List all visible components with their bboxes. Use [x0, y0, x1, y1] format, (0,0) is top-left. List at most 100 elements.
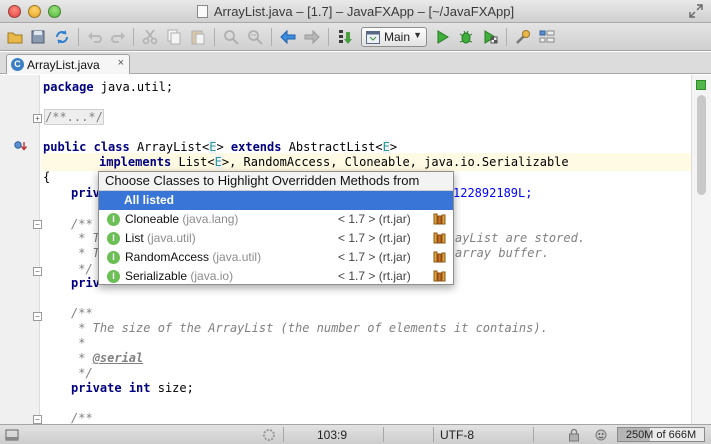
comment-line: * T [71, 231, 100, 245]
code-line-implements: implements List<E>, RandomAccess, Clonea… [99, 155, 569, 169]
popup-item[interactable]: I Cloneable (java.lang) < 1.7 > (rt.jar) [99, 210, 453, 229]
window-title-wrap: ArrayList.java – [1.7] – JavaFXApp – [~/… [0, 4, 711, 19]
run-icon[interactable] [433, 28, 451, 46]
caret-position[interactable]: 103:9 [317, 428, 347, 442]
open-folder-icon[interactable] [6, 28, 24, 46]
code-line-field-elementdata: priv [71, 276, 100, 290]
code-line-brace: { [43, 170, 51, 184]
popup-item-version: < 1.7 > (rt.jar) [338, 231, 411, 245]
popup-item-package: (java.util) [143, 231, 196, 245]
popup-item-name: RandomAccess [125, 250, 210, 264]
popup-item-name: List [125, 231, 144, 245]
library-jar-icon [433, 251, 446, 263]
editor-marker-stripe[interactable] [691, 75, 711, 424]
title-bar: ArrayList.java – [1.7] – JavaFXApp – [~/… [0, 0, 711, 23]
fold-collapse-icon[interactable]: − [33, 267, 42, 276]
comment-line: /** [71, 411, 93, 424]
fullscreen-icon[interactable] [689, 4, 703, 18]
editor-scrollbar-thumb[interactable] [697, 95, 706, 195]
main-toolbar: Main ▼ [0, 23, 711, 51]
sync-icon[interactable] [53, 28, 71, 46]
document-icon [196, 5, 208, 18]
run-configuration-dropdown[interactable]: Main ▼ [361, 27, 427, 47]
popup-item[interactable]: I Serializable (java.io) < 1.7 > (rt.jar… [99, 267, 453, 286]
popup-item-version: < 1.7 > (rt.jar) [338, 250, 411, 264]
keyword-package: package [43, 80, 94, 94]
code-line-field-serial: priv [71, 186, 100, 200]
popup-title: Choose Classes to Highlight Overridden M… [99, 172, 453, 191]
debug-icon[interactable] [457, 28, 475, 46]
make-icon[interactable] [336, 28, 354, 46]
popup-item-all-listed[interactable]: All listed [99, 191, 453, 210]
library-jar-icon [433, 213, 446, 225]
background-tasks-icon[interactable] [262, 428, 276, 442]
popup-item-version: < 1.7 > (rt.jar) [338, 269, 411, 283]
memory-usage: 250M of 666M [625, 429, 697, 441]
tab-close-icon[interactable]: × [118, 57, 124, 69]
popup-item-package: (java.io) [187, 269, 234, 283]
forward-icon[interactable] [303, 28, 321, 46]
popup-item-package: (java.util) [209, 250, 262, 264]
ide-window: ArrayList.java – [1.7] – JavaFXApp – [~/… [0, 0, 711, 444]
replace-icon[interactable] [246, 28, 264, 46]
project-structure-icon[interactable] [538, 28, 556, 46]
comment-line-tail: ayList are stored. [455, 231, 586, 245]
editor-tab-arraylist[interactable]: C ArrayList.java × [6, 54, 130, 74]
fold-expand-icon[interactable]: + [33, 114, 42, 123]
paste-icon[interactable] [189, 28, 207, 46]
package-name: java.util; [93, 80, 174, 94]
code-line-package: package java.util; [43, 79, 173, 95]
copy-icon[interactable] [165, 28, 183, 46]
dropdown-arrow-icon: ▼ [413, 30, 422, 40]
interface-i-icon: I [107, 251, 120, 264]
code-line-class-declaration: public class ArrayList<E> extends Abstra… [43, 140, 398, 154]
overrides-gutter-icon[interactable] [14, 141, 28, 151]
class-c-icon: C [11, 58, 24, 71]
popup-item-name: Cloneable [125, 212, 180, 226]
save-icon[interactable] [29, 28, 47, 46]
fold-collapse-icon[interactable]: − [33, 415, 42, 424]
comment-line: */ [71, 366, 93, 380]
fold-collapse-icon[interactable]: − [33, 220, 42, 229]
popup-item[interactable]: I RandomAccess (java.util) < 1.7 > (rt.j… [99, 248, 453, 267]
redo-icon[interactable] [109, 28, 127, 46]
window-title: ArrayList.java – [1.7] – JavaFXApp – [~/… [213, 4, 515, 19]
interface-i-icon: I [107, 270, 120, 283]
interface-i-icon: I [107, 232, 120, 245]
run-configuration-label: Main [384, 30, 411, 44]
comment-line: * T [71, 246, 100, 260]
editor-tab-bar: C ArrayList.java × [0, 52, 711, 74]
comment-line: * [71, 336, 86, 350]
coverage-icon[interactable] [481, 28, 499, 46]
folded-comment[interactable]: /**...*/ [44, 109, 104, 125]
editor-tab-label: ArrayList.java [27, 58, 100, 72]
find-icon[interactable] [222, 28, 240, 46]
back-icon[interactable] [279, 28, 297, 46]
cut-icon[interactable] [141, 28, 159, 46]
hector-inspector-icon[interactable] [593, 428, 609, 442]
comment-line-tail: array buffer. [455, 246, 549, 260]
undo-icon[interactable] [86, 28, 104, 46]
editor-gutter [0, 75, 40, 424]
comment-line: * The size of the ArrayList (the number … [71, 321, 548, 335]
status-bar: 103:9 UTF-8 250M of 666M [0, 424, 711, 444]
popup-item-version: < 1.7 > (rt.jar) [338, 212, 411, 226]
comment-line: /** [71, 306, 93, 320]
file-encoding[interactable]: UTF-8 [440, 428, 474, 442]
application-config-icon [366, 31, 380, 44]
comment-line-serial: * @serial [71, 351, 144, 365]
code-line-size-field: private int size; [71, 381, 194, 395]
library-jar-icon [433, 270, 446, 282]
settings-icon[interactable] [514, 28, 532, 46]
code-line-field-serial-tail: 122892189L; [453, 186, 533, 200]
interface-i-icon: I [107, 213, 120, 226]
overridden-methods-popup: Choose Classes to Highlight Overridden M… [98, 171, 454, 285]
popup-item[interactable]: I List (java.util) < 1.7 > (rt.jar) [99, 229, 453, 248]
library-jar-icon [433, 232, 446, 244]
fold-collapse-icon[interactable]: − [33, 312, 42, 321]
memory-indicator[interactable]: 250M of 666M [617, 427, 705, 442]
tool-windows-icon[interactable] [5, 428, 19, 442]
popup-item-package: (java.lang) [179, 212, 239, 226]
inspection-ok-icon[interactable] [696, 80, 706, 90]
lock-icon[interactable] [568, 428, 580, 442]
